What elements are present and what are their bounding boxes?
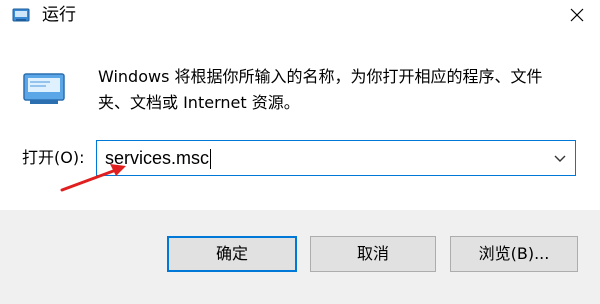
open-combobox[interactable]: services.msc — [96, 140, 576, 176]
run-dialog: 运行 Windows 将根据你所输入的名称，为你打开相应的程序、文件 夹、文档或… — [0, 0, 600, 304]
cancel-button[interactable]: 取消 — [310, 236, 436, 272]
description-line-1: Windows 将根据你所输入的名称，为你打开相应的程序、文件 — [98, 67, 543, 86]
browse-button[interactable]: 浏览(B)... — [450, 236, 578, 272]
text-caret — [210, 149, 212, 170]
close-button[interactable] — [554, 0, 600, 30]
close-icon — [570, 8, 584, 22]
run-app-icon — [12, 8, 30, 22]
description-line-2: 夹、文档或 Internet 资源。 — [98, 93, 300, 112]
run-icon — [23, 73, 65, 104]
chevron-down-icon[interactable] — [551, 149, 569, 167]
description-text: Windows 将根据你所输入的名称，为你打开相应的程序、文件 夹、文档或 In… — [98, 64, 578, 116]
title-bar: 运行 — [0, 0, 600, 30]
ok-button[interactable]: 确定 — [167, 236, 297, 272]
window-title: 运行 — [42, 5, 76, 25]
annotation-arrow-icon — [60, 164, 126, 192]
